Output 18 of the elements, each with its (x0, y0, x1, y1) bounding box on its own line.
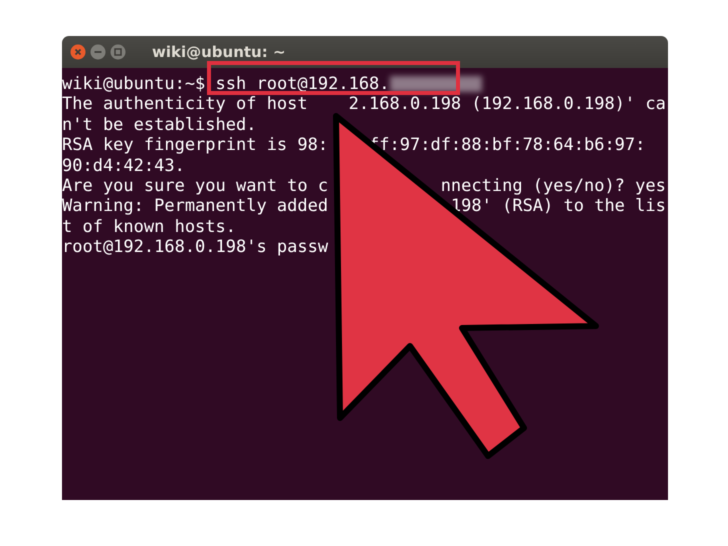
output-text: nnecting (yes/no)? yes (440, 176, 666, 196)
output-text: ff:97:df:88:bf:78:64:b6:97: (369, 135, 646, 156)
close-icon[interactable] (70, 44, 86, 60)
output-text: 90:d4:42:43. (62, 156, 185, 176)
output-text: The authenticity of host (62, 94, 308, 115)
output-text: 2.168.0.198 (192.168.0.198)' ca (348, 94, 666, 115)
output-text: Warning: Permanently added (62, 196, 328, 217)
output-text: n't be established. (62, 114, 256, 136)
shell-prompt: wiki@ubuntu:~$ (62, 74, 206, 94)
minimize-icon[interactable] (90, 44, 106, 60)
maximize-icon[interactable] (110, 44, 126, 60)
output-text: Are you sure you want to c (62, 176, 328, 196)
command-text: ssh root@192.168. (216, 74, 390, 94)
output-text: 198' (RSA) to the lis (450, 196, 666, 217)
window-title: wiki@ubuntu: ~ (152, 43, 286, 61)
output-text: RSA key fingerprint is 98: (62, 135, 328, 156)
output-text: t of known hosts. (62, 216, 236, 238)
output-text: root@192.168.0.198's passw (62, 237, 328, 258)
